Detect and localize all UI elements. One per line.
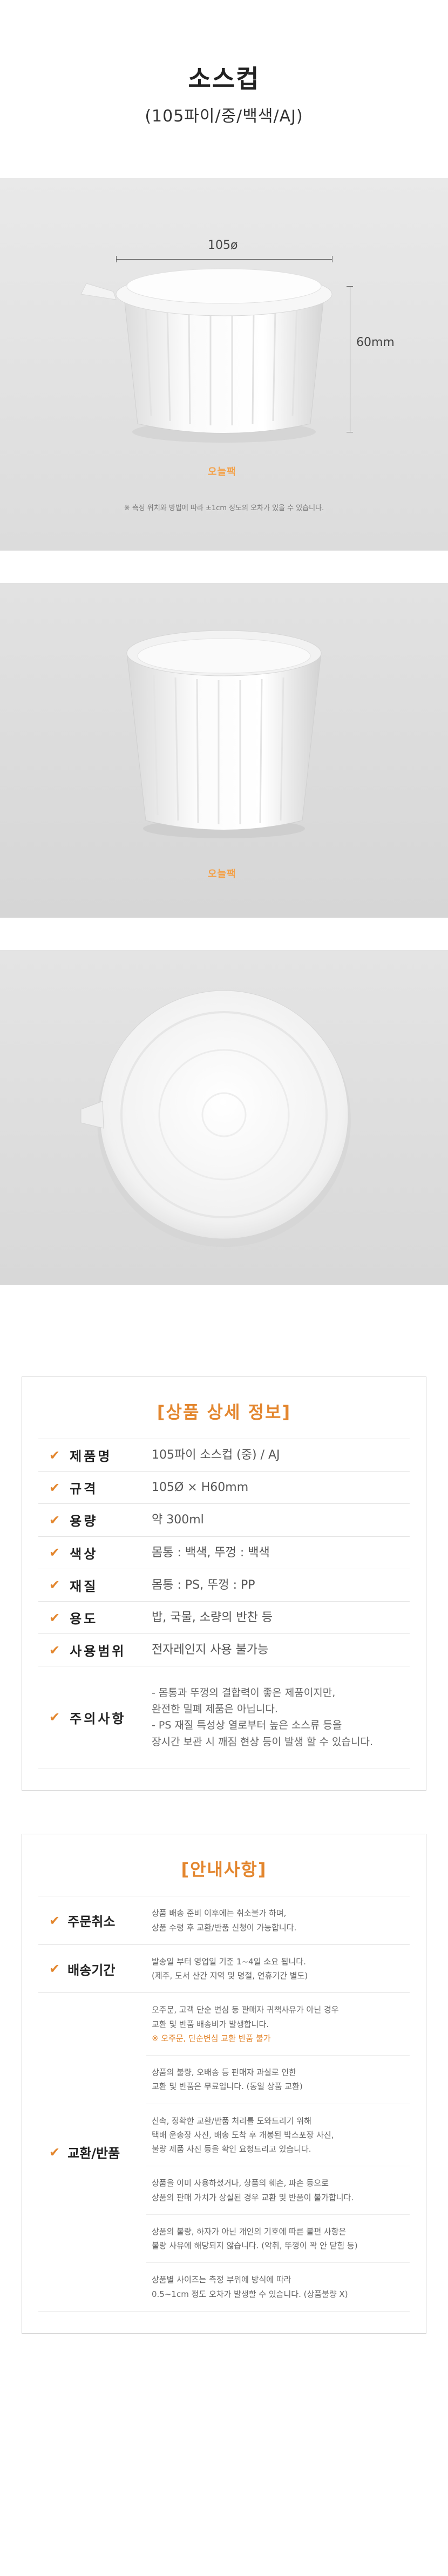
spec-value: - 몸통과 뚜껑의 결합력이 좋은 제품이지만, 완전한 밀폐 제품은 아닙니다…: [146, 1678, 410, 1757]
notice-row-cancel: ✔ 주문취소 상품 배송 준비 이후에는 취소불가 하며, 상품 수령 후 교환/…: [38, 1896, 410, 1944]
caution-line: - PS 재질 특성상 열로부터 높은 소스류 등을: [152, 1719, 342, 1732]
check-icon: ✔: [49, 1447, 63, 1463]
product-title: 소스컵: [188, 64, 260, 93]
spec-label: 사용범위: [70, 1644, 126, 1659]
spec-value: 몸통 : PS, 뚜껑 : PP: [152, 1578, 255, 1592]
spec-section: [상품 상세 정보] ✔ 제품명 105파이 소스컵 (중) / AJ ✔ 규격 1…: [0, 1339, 448, 1813]
product-subtitle: (105파이/중/백색/AJ): [145, 107, 303, 126]
check-icon: ✔: [49, 1610, 63, 1625]
notice-item: 오주문, 고객 단순 변심 등 판매자 귀책사유가 아닌 경우 교환 및 반품 …: [146, 1993, 410, 2056]
spec-card: [상품 상세 정보] ✔ 제품명 105파이 소스컵 (중) / AJ ✔ 규격 1…: [22, 1377, 426, 1791]
product-photo-lid-top: [0, 950, 448, 1285]
caution-line: 장시간 보관 시 깨짐 현상 등이 발생 할 수 있습니다.: [152, 1736, 373, 1748]
check-icon: ✔: [49, 1577, 63, 1593]
height-label: 60mm: [356, 336, 395, 349]
brand-logo: 오늘팩: [208, 869, 236, 880]
section-gap: [0, 1285, 448, 1339]
spec-label: 색상: [70, 1546, 98, 1562]
notice-heading: [안내사항]: [181, 1859, 267, 1880]
product-detail-page: 소스컵 (105파이/중/백색/AJ) 105ø 60mm 오늘팩 ※ 측정 위…: [0, 0, 448, 2377]
spec-value: 약 300ml: [152, 1513, 204, 1527]
width-label: 105ø: [208, 239, 238, 252]
notice-section: [안내사항] ✔ 주문취소 상품 배송 준비 이후에는 취소불가 하며, 상품 수…: [0, 1812, 448, 2377]
check-icon: ✔: [49, 1512, 63, 1528]
spec-label: 용도: [70, 1611, 98, 1627]
product-header: 소스컵 (105파이/중/백색/AJ): [0, 0, 448, 178]
notice-row-exchange: ✔ 교환/반품 오주문, 고객 단순 변심 등 판매자 귀책사유가 아닌 경우 교…: [38, 1992, 410, 2311]
notice-item: 상품의 불량, 오배송 등 판매자 과실로 인한 교환 및 반품은 무료입니다.…: [146, 2056, 410, 2104]
spec-value: 밥, 국물, 소량의 반찬 등: [152, 1610, 273, 1624]
lid-top-illustration: [80, 990, 351, 1247]
product-photo-open: 오늘팩: [0, 583, 448, 918]
spec-value: 몸통 : 백색, 뚜껑 : 백색: [152, 1545, 270, 1560]
check-icon: ✔: [49, 1480, 63, 1495]
brand-logo: 오늘팩: [208, 466, 236, 478]
caution-line: 완전한 밀폐 제품은 아닙니다.: [152, 1703, 278, 1715]
height-tick-top: [347, 286, 353, 287]
width-dimension-line: [116, 259, 332, 260]
product-photo-side: 105ø 60mm 오늘팩 ※ 측정 위치와 방법에 따라 ±1cm 정도의 오…: [0, 178, 448, 551]
width-tick-left: [116, 256, 117, 262]
notice-item: 신속, 정확한 교환/반품 처리를 도와드리기 위해 택배 운송장 사진, 배송…: [146, 2104, 410, 2167]
spec-label: 용량: [70, 1514, 98, 1529]
section-gap: [0, 551, 448, 583]
spec-value: 105파이 소스컵 (중) / AJ: [152, 1448, 280, 1462]
spec-row-color: ✔ 색상 몸통 : 백색, 뚜껑 : 백색: [38, 1536, 410, 1569]
spec-row-caution: ✔ 주의사항 - 몸통과 뚜껑의 결합력이 좋은 제품이지만, 완전한 밀폐 제품…: [38, 1666, 410, 1769]
check-icon: ✔: [49, 2144, 60, 2160]
check-icon: ✔: [49, 1710, 63, 1725]
spec-row-capacity: ✔ 용량 약 300ml: [38, 1503, 410, 1536]
spec-label: 주의사항: [70, 1711, 126, 1726]
notice-card: [안내사항] ✔ 주문취소 상품 배송 준비 이후에는 취소불가 하며, 상품 수…: [22, 1834, 426, 2334]
notice-item: 상품 배송 준비 이후에는 취소불가 하며, 상품 수령 후 교환/반품 신청이…: [152, 1908, 297, 1933]
section-gap: [0, 918, 448, 950]
notice-item: 상품의 불량, 하자가 아닌 개인의 기호에 따른 불편 사항은 불량 사유에 …: [146, 2215, 410, 2263]
notice-label: 주문취소: [67, 1914, 116, 1930]
spec-row-range: ✔ 사용범위 전자레인지 사용 불가능: [38, 1633, 410, 1666]
notice-item: 상품을 이미 사용하셨거나, 상품의 훼손, 파손 등으로 상품의 판매 가치가…: [146, 2166, 410, 2215]
notice-row-delivery: ✔ 배송기간 발송일 부터 영업일 기준 1~4일 소요 됩니다. (제주, 도서…: [38, 1944, 410, 1993]
notice-item: 발송일 부터 영업일 기준 1~4일 소요 됩니다. (제주, 도서 산간 지역…: [152, 1956, 308, 1981]
notice-label: 배송기간: [67, 1962, 116, 1978]
check-icon: ✔: [49, 1545, 63, 1561]
check-icon: ✔: [49, 1642, 63, 1658]
spec-value: 105Ø × H60mm: [152, 1481, 249, 1495]
spec-row-material: ✔ 재질 몸통 : PS, 뚜껑 : PP: [38, 1568, 410, 1601]
caution-line: - 몸통과 뚜껑의 결합력이 좋은 제품이지만,: [152, 1686, 336, 1699]
spec-row-size: ✔ 규격 105Ø × H60mm: [38, 1471, 410, 1503]
spec-label: 제품명: [70, 1449, 112, 1465]
spec-label: 규격: [70, 1481, 98, 1497]
check-icon: ✔: [49, 1961, 60, 1977]
notice-item: 상품별 사이즈는 측정 부위에 방식에 따라 0.5~1cm 정도 오차가 발생…: [152, 2275, 348, 2299]
spec-row-usage: ✔ 용도 밥, 국물, 소량의 반찬 등: [38, 1601, 410, 1633]
notice-label: 교환/반품: [67, 2146, 120, 2161]
cup-with-lid-illustration: [80, 268, 332, 443]
measurement-note: ※ 측정 위치와 방법에 따라 ±1cm 정도의 오차가 있을 수 있습니다.: [124, 504, 324, 512]
spec-row-name: ✔ 제품명 105파이 소스컵 (중) / AJ: [38, 1439, 410, 1471]
spec-label: 재질: [70, 1578, 98, 1594]
check-icon: ✔: [49, 1913, 60, 1928]
spec-value: 전자레인지 사용 불가능: [152, 1643, 269, 1657]
spec-heading: [상품 상세 정보]: [157, 1402, 291, 1422]
